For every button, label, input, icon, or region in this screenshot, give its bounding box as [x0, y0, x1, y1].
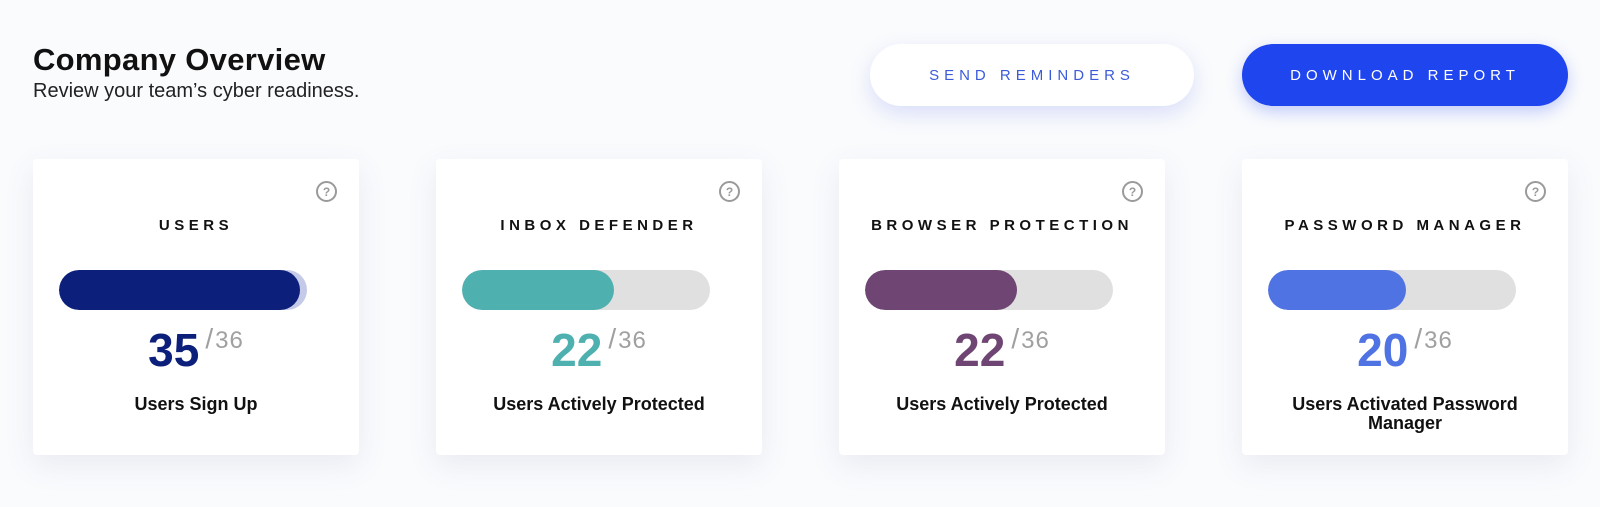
count-value: 22 [551, 324, 603, 376]
progress-fill [59, 270, 300, 310]
card-caption: Users Actively Protected [493, 394, 705, 414]
count-separator: / [1414, 323, 1423, 354]
progress-track [865, 270, 1113, 310]
page-header: Company Overview Review your team’s cybe… [33, 42, 359, 104]
question-circle-icon[interactable]: ? [1122, 181, 1143, 202]
progress-track [59, 270, 307, 310]
count: 22/36 [436, 323, 762, 375]
page-title: Company Overview [33, 42, 326, 77]
question-circle-icon[interactable]: ? [316, 181, 337, 202]
progress-fill [462, 270, 614, 310]
question-circle-icon[interactable]: ? [1525, 181, 1546, 202]
card-users: ? USERS 35/36 Users Sign Up [33, 159, 359, 455]
page-subtitle: Review your team’s cyber readiness. [33, 80, 360, 102]
count: 20/36 [1242, 323, 1568, 375]
progress-track [1268, 270, 1516, 310]
question-circle-icon[interactable]: ? [719, 181, 740, 202]
count-value: 22 [954, 324, 1006, 376]
card-caption: Users Actively Protected [896, 394, 1108, 414]
card-password-manager: ? PASSWORD MANAGER 20/36 Users Activated… [1242, 159, 1568, 455]
card-title: PASSWORD MANAGER [1284, 217, 1526, 234]
card-caption: Users Activated Password Manager [1292, 394, 1518, 433]
count-total: 36 [1021, 327, 1050, 354]
card-inbox-defender: ? INBOX DEFENDER 22/36 Users Actively Pr… [436, 159, 762, 455]
count-value: 35 [148, 324, 200, 376]
send-reminders-button[interactable]: SEND REMINDERS [870, 44, 1194, 106]
count-separator: / [205, 323, 214, 354]
count-total: 36 [618, 327, 647, 354]
progress-track [462, 270, 710, 310]
card-title: INBOX DEFENDER [500, 217, 698, 234]
count-total: 36 [215, 327, 244, 354]
card-caption: Users Sign Up [134, 394, 258, 414]
count-separator: / [608, 323, 617, 354]
card-browser-protection: ? BROWSER PROTECTION 22/36 Users Activel… [839, 159, 1165, 455]
count-separator: / [1011, 323, 1020, 354]
count-value: 20 [1357, 324, 1409, 376]
count: 22/36 [839, 323, 1165, 375]
progress-fill [865, 270, 1017, 310]
progress-fill [1268, 270, 1406, 310]
download-report-button[interactable]: DOWNLOAD REPORT [1242, 44, 1568, 106]
card-title: USERS [158, 217, 234, 234]
count-total: 36 [1424, 327, 1453, 354]
card-title: BROWSER PROTECTION [871, 217, 1133, 234]
count: 35/36 [33, 323, 359, 375]
